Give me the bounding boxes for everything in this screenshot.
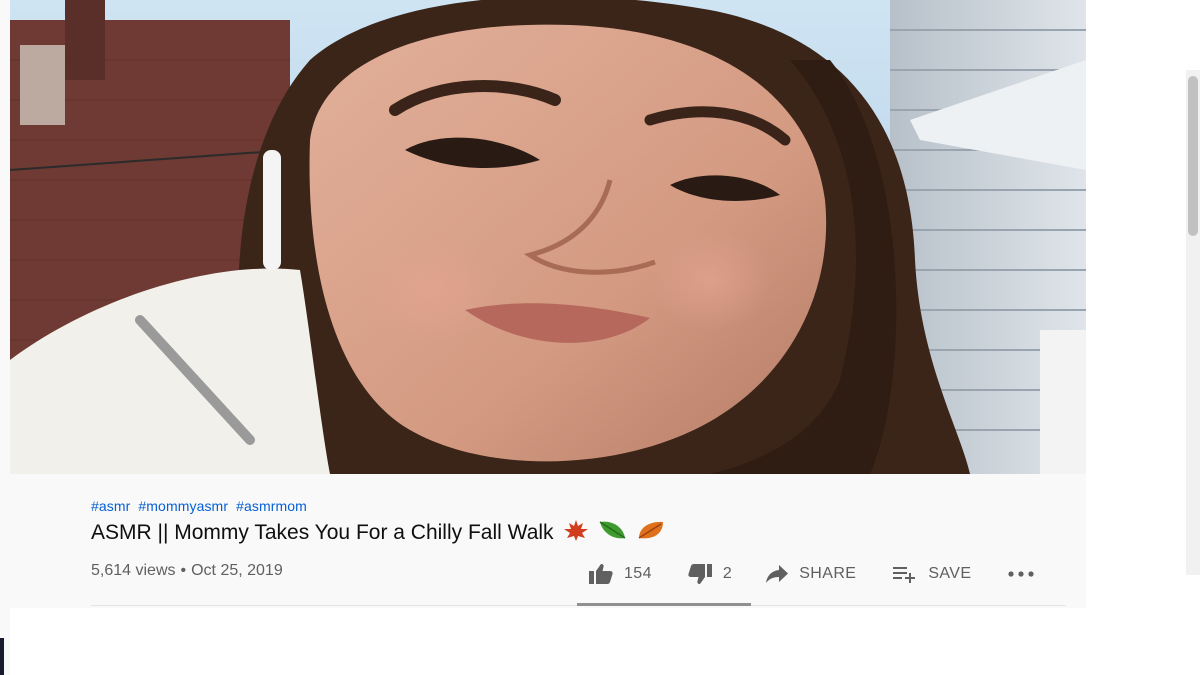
save-button[interactable]: SAVE [892,564,971,584]
playlist-add-icon [893,567,916,583]
like-button[interactable]: 154 [588,563,652,585]
save-label: SAVE [928,565,972,582]
window-edge [0,638,4,675]
view-count: 5,614 views [91,562,176,579]
leaf-icon [599,521,626,539]
hashtag-link[interactable]: #asmr [91,498,130,514]
left-strip [0,0,10,675]
video-frame [10,0,1086,474]
thumbs-up-icon [589,564,613,584]
scrollbar[interactable] [1186,70,1200,575]
share-label: SHARE [799,565,857,582]
dislike-count: 2 [722,565,733,582]
video-title: ASMR || Mommy Takes You For a Chilly Fal… [91,518,667,545]
earbud [263,150,281,270]
more-horizontal-icon [1008,571,1035,577]
page: #asmr #mommyasmr #asmrmom ASMR || Mommy … [0,0,1200,675]
video-meta: 5,614 views • Oct 25, 2019 [91,562,283,580]
hashtag-link[interactable]: #asmrmom [236,498,307,514]
dislike-button[interactable]: 2 [687,563,732,585]
share-button[interactable]: SHARE [765,564,856,584]
action-bar: 154 2 SHARE SAVE [588,562,1035,586]
sentiment-bar [577,603,751,606]
hashtag-list: #asmr #mommyasmr #asmrmom [91,498,311,514]
meta-separator: • [180,562,187,579]
hashtag-link[interactable]: #mommyasmr [138,498,228,514]
share-arrow-icon [766,565,789,583]
like-count: 154 [624,565,652,582]
publish-date: Oct 25, 2019 [191,562,283,579]
more-actions-button[interactable] [1007,570,1035,578]
scrollbar-thumb[interactable] [1188,76,1198,236]
thumbs-down-icon [688,564,712,584]
fallen-leaf-icon [638,521,664,539]
video-title-text: ASMR || Mommy Takes You For a Chilly Fal… [91,521,554,544]
video-player[interactable] [10,0,1086,474]
video-info-panel: #asmr #mommyasmr #asmrmom ASMR || Mommy … [10,474,1086,608]
maple-leaf-icon [564,520,589,541]
